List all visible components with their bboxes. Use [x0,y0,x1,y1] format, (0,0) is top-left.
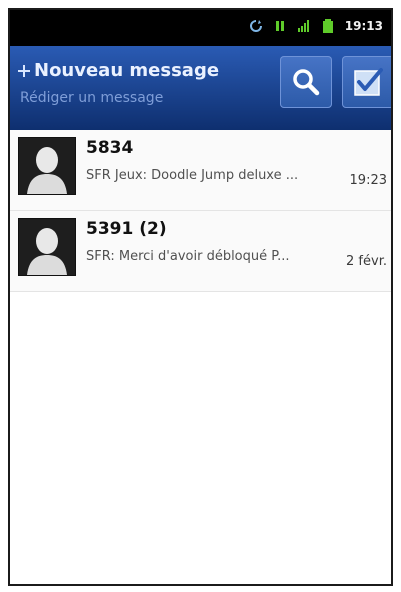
sender-name: 5834 [86,138,134,158]
conversation-row[interactable]: 5834 SFR Jeux: Doodle Jump deluxe ... 19… [10,130,391,211]
signal-icon [297,20,309,32]
conversation-row[interactable]: 5391 (2) SFR: Merci d'avoir débloqué P..… [10,211,391,292]
select-messages-button[interactable] [342,56,391,108]
data-icon [275,21,284,31]
contact-silhouette-icon [19,219,75,275]
battery-icon [322,19,333,33]
search-button[interactable] [280,56,332,108]
avatar [18,137,76,195]
plus-icon [18,64,30,77]
avatar [18,218,76,276]
contact-silhouette-icon [19,138,75,194]
status-bar: 19:13 [10,10,391,46]
message-time: 19:23 [349,173,387,188]
new-message-button[interactable]: Nouveau message [18,60,219,81]
compose-subtitle: Rédiger un message [20,90,164,106]
message-time: 2 févr. [346,254,387,269]
sync-icon [249,20,262,32]
clock: 19:13 [344,19,383,33]
message-snippet: SFR Jeux: Doodle Jump deluxe ... [86,168,299,183]
action-bar: Nouveau message Rédiger un message [10,46,391,130]
status-icons: 19:13 [249,19,383,33]
new-message-label: Nouveau message [34,60,220,81]
select-checkbox-icon [354,68,383,96]
conversation-list: 5834 SFR Jeux: Doodle Jump deluxe ... 19… [10,130,391,292]
message-snippet: SFR: Merci d'avoir débloqué P... [86,249,290,264]
search-icon [293,69,320,96]
sender-name: 5391 (2) [86,219,167,239]
phone-screen: 19:13 Nouveau message Rédiger un message [8,8,393,586]
